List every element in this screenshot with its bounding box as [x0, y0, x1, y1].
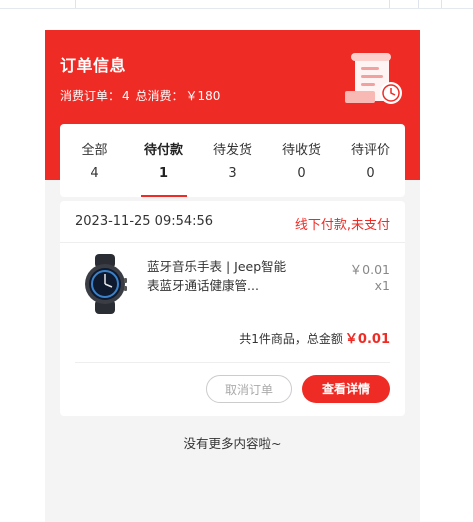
order-datetime: 2023-11-25 09:54:56: [75, 214, 214, 229]
tab-count: 0: [297, 166, 306, 181]
product-quantity: x1: [374, 278, 390, 293]
top-bar-divider: [418, 0, 419, 8]
divider: [75, 362, 390, 363]
order-page: 订单信息 消费订单： 4 总消费： ￥180 全部 4 待付款 1 待发货 3 …: [45, 30, 420, 522]
tab-label: 待评价: [350, 143, 390, 158]
tab-count: 1: [158, 166, 169, 181]
view-details-button[interactable]: 查看详情: [302, 375, 390, 403]
order-status-tabs: 全部 4 待付款 1 待发货 3 待收货 0 待评价 0: [60, 124, 405, 197]
browser-top-bar: [0, 0, 473, 9]
order-total: 共1件商品，总金额 ￥0.01: [239, 328, 390, 347]
tab-label: 待发货: [212, 143, 252, 158]
tab-count: 0: [366, 166, 375, 181]
total-amount-value: ￥0.01: [344, 332, 390, 347]
cancel-order-button[interactable]: 取消订单: [206, 375, 292, 403]
tab-label: 待收货: [281, 143, 321, 158]
tab-label: 全部: [81, 143, 108, 158]
top-bar-divider: [441, 0, 442, 8]
tab-pending-review[interactable]: 待评价 0: [336, 124, 405, 197]
tab-active-indicator: [140, 195, 187, 197]
order-card[interactable]: 2023-11-25 09:54:56 线下付款,未支付 蓝牙音乐手表 | Je…: [60, 201, 405, 416]
tab-all[interactable]: 全部 4: [60, 124, 129, 197]
top-bar-divider: [75, 0, 76, 8]
orders-label: 消费订单：: [60, 89, 121, 103]
total-text: 共1件商品，总金额: [239, 332, 343, 346]
top-bar-divider: [389, 0, 390, 8]
tab-count: 3: [228, 166, 237, 181]
receipt-icon: [345, 53, 402, 104]
tab-pending-shipment[interactable]: 待发货 3: [198, 124, 267, 197]
tab-pending-receipt[interactable]: 待收货 0: [267, 124, 336, 197]
order-summary: 消费订单： 4 总消费： ￥180: [60, 87, 222, 104]
orders-count: 4: [122, 89, 130, 103]
no-more-content: 没有更多内容啦~: [183, 436, 282, 451]
product-price: ￥0.01: [349, 262, 390, 277]
product-name[interactable]: 蓝牙音乐手表 | Jeep智能表蓝牙通话健康管...: [147, 257, 297, 295]
tab-count: 4: [90, 166, 99, 181]
order-status: 线下付款,未支付: [294, 218, 390, 233]
tab-label: 待付款: [143, 143, 183, 158]
total-label: 总消费：: [135, 89, 184, 103]
smartwatch-image[interactable]: [75, 254, 135, 314]
tab-pending-payment[interactable]: 待付款 1: [129, 124, 198, 197]
page-title: 订单信息: [60, 56, 127, 75]
divider: [60, 242, 405, 243]
total-amount: ￥180: [185, 89, 221, 103]
